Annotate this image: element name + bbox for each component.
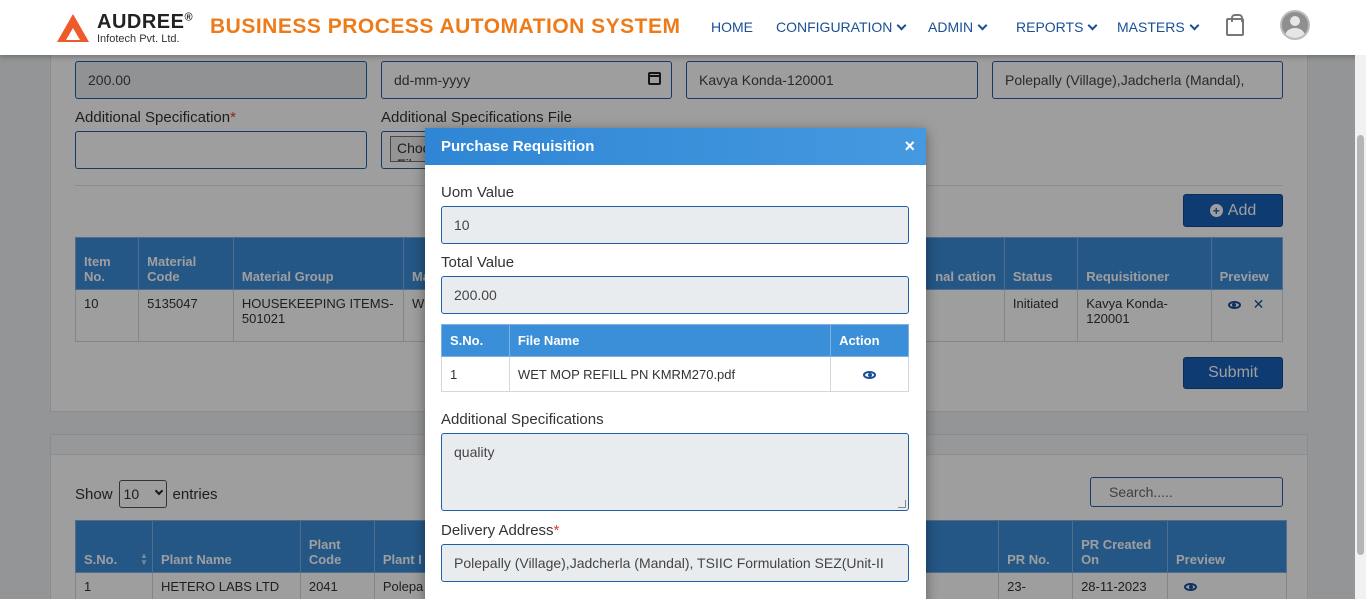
page-scrollbar[interactable] <box>1355 55 1366 599</box>
nav-masters[interactable]: MASTERS <box>1117 19 1200 35</box>
scrollbar-thumb[interactable] <box>1357 135 1364 555</box>
nav-configuration[interactable]: CONFIGURATION <box>776 19 907 35</box>
th-file-action: Action <box>830 324 909 357</box>
total-value-text-modal: 200.00 <box>454 287 497 303</box>
file-table: S.No. File Name Action 1 WET MOP REFILL … <box>441 324 909 392</box>
nav-reports-label: REPORTS <box>1016 19 1084 35</box>
nav-masters-label: MASTERS <box>1117 19 1185 35</box>
chevron-down-icon <box>1189 20 1200 31</box>
top-navbar: AUDREE® Infotech Pvt. Ltd. BUSINESS PROC… <box>0 0 1366 55</box>
chevron-down-icon <box>1087 20 1098 31</box>
nav-home-label: HOME <box>711 19 753 35</box>
user-avatar[interactable] <box>1280 10 1310 40</box>
uom-label: Uom Value <box>441 184 515 201</box>
total-value-field-modal: 200.00 <box>441 276 909 314</box>
th-file-sno: S.No. <box>441 324 510 357</box>
eye-icon[interactable] <box>863 370 877 379</box>
nav-admin-label: ADMIN <box>928 19 974 35</box>
shopping-bag-icon[interactable] <box>1226 14 1244 36</box>
logo-name: AUDREE® <box>97 11 194 33</box>
purchase-requisition-modal: Purchase Requisition × Uom Value 10 Tota… <box>425 128 926 599</box>
delivery-address-field-modal: Polepally (Village),Jadcherla (Mandal), … <box>441 544 909 582</box>
resize-handle-icon[interactable] <box>898 500 906 508</box>
logo-subtitle: Infotech Pvt. Ltd. <box>97 33 180 45</box>
delivery-address-text-modal: Polepally (Village),Jadcherla (Mandal), … <box>454 555 884 571</box>
chevron-down-icon <box>896 20 907 31</box>
uom-value-field: 10 <box>441 206 909 244</box>
uom-value-text: 10 <box>454 217 470 233</box>
cell-file-name: WET MOP REFILL PN KMRM270.pdf <box>508 356 832 392</box>
delivery-label: Delivery Address* <box>441 522 560 539</box>
spec-label: Additional Specifications <box>441 411 604 428</box>
close-icon[interactable]: × <box>904 136 915 157</box>
modal-title: Purchase Requisition <box>441 138 595 155</box>
logo-mark-inner <box>66 28 80 40</box>
th-file-name: File Name <box>508 324 832 357</box>
total-label: Total Value <box>441 254 515 271</box>
spec-textarea: quality <box>441 433 909 511</box>
nav-reports[interactable]: REPORTS <box>1016 19 1098 35</box>
spec-text: quality <box>454 444 495 460</box>
nav-configuration-label: CONFIGURATION <box>776 19 893 35</box>
company-logo[interactable]: AUDREE® Infotech Pvt. Ltd. <box>57 11 197 46</box>
table-row: 1 WET MOP REFILL PN KMRM270.pdf <box>441 356 909 392</box>
nav-home[interactable]: HOME <box>711 19 753 35</box>
chevron-down-icon <box>977 20 988 31</box>
system-title: BUSINESS PROCESS AUTOMATION SYSTEM <box>210 15 681 38</box>
cell-file-sno: 1 <box>441 356 510 392</box>
modal-header: Purchase Requisition × <box>425 128 926 165</box>
cell-file-action <box>830 356 909 392</box>
nav-admin[interactable]: ADMIN <box>928 19 988 35</box>
